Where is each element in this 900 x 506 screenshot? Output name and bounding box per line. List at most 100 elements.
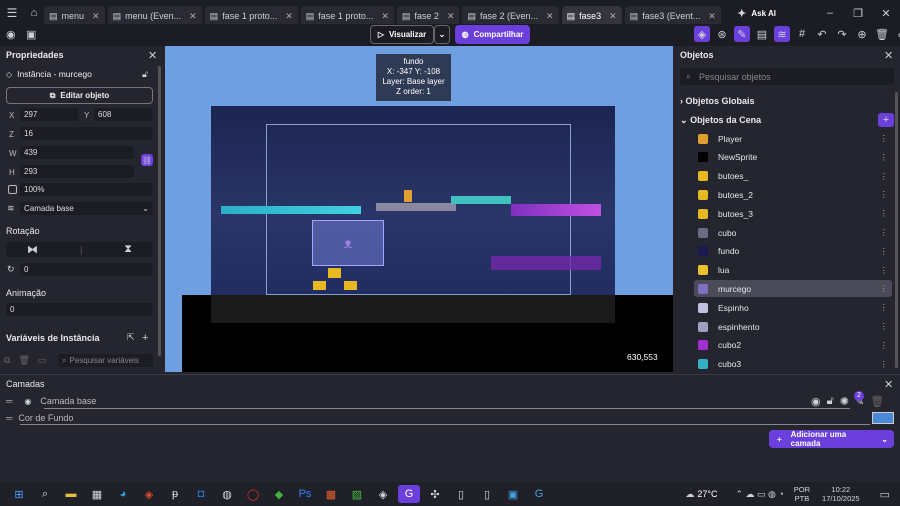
more-options-icon[interactable]: ⋮ [880, 283, 889, 294]
tab-3[interactable]: ▤ fase 1 proto... ✕ [300, 6, 394, 26]
animation-field[interactable]: 0 [6, 303, 153, 316]
z-field[interactable]: 16 [20, 127, 153, 140]
tab-1[interactable]: ▤ menu (Even... ✕ [107, 6, 202, 26]
close-properties-icon[interactable]: ✕ [148, 49, 157, 62]
global-objects-toggle[interactable]: › Objetos Globais [680, 96, 755, 106]
github-icon[interactable]: ◍ [216, 485, 238, 503]
layer-row[interactable]: ═ ◉ Camada base [0, 393, 900, 409]
instances-icon[interactable]: ▤ [754, 26, 770, 42]
preview-button[interactable]: ▷ Visualizar [370, 25, 434, 44]
app-icon-7[interactable]: ✣ [424, 485, 446, 503]
close-tab-icon[interactable]: ✕ [285, 11, 293, 22]
opera-icon[interactable]: ◯ [242, 485, 264, 503]
minimize-icon[interactable]: – [816, 7, 844, 19]
close-tab-icon[interactable]: ✕ [92, 11, 100, 22]
tab-4[interactable]: ▤ fase 2 ✕ [396, 6, 460, 26]
redo-icon[interactable]: ↷ [834, 26, 850, 42]
profile-icon[interactable]: ◉ [6, 28, 16, 41]
more-options-icon[interactable]: ⋮ [880, 227, 889, 238]
more-options-icon[interactable]: ⋮ [880, 265, 889, 276]
preview-dropdown[interactable]: ⌄ [434, 25, 450, 44]
more-options-icon[interactable]: ⋮ [880, 208, 889, 219]
eye-icon[interactable]: ◉ [811, 395, 821, 408]
object-item[interactable]: Player ⋮ [694, 130, 892, 147]
trash-icon[interactable]: 🗑 [18, 355, 29, 366]
copy-icon[interactable]: ⧉ [4, 355, 10, 366]
h-field[interactable]: 293 [20, 165, 134, 178]
delete-layer-icon[interactable]: 🗑 [870, 395, 884, 408]
lock-icon[interactable]: 🔓︎ [827, 395, 834, 408]
close-objects-icon[interactable]: ✕ [884, 49, 893, 62]
objects-panel-icon[interactable]: ◈ [694, 26, 710, 42]
rotation-field[interactable]: 0 [20, 263, 153, 276]
object-item[interactable]: butoes_ ⋮ [694, 168, 892, 185]
tab-2[interactable]: ▤ fase 1 proto... ✕ [204, 6, 298, 26]
selected-bat[interactable]: ᴥ [312, 220, 384, 266]
object-item[interactable]: Espinho ⋮ [694, 299, 892, 316]
objects-scrollbar[interactable] [895, 92, 898, 368]
layer-select[interactable]: Camada base ⌄ [20, 202, 153, 215]
object-item[interactable]: lua ⋮ [694, 262, 892, 279]
more-options-icon[interactable]: ⋮ [880, 189, 889, 200]
edit-scene-icon[interactable]: ✐ [894, 26, 900, 42]
w-field[interactable]: 439 [20, 146, 134, 159]
object-groups-icon[interactable]: ⊛ [714, 26, 730, 42]
notification-icon[interactable]: ▭ [880, 488, 890, 501]
browser-icon[interactable]: ◕ [112, 485, 134, 503]
effects-icon[interactable]: ✺ [840, 395, 849, 408]
document-icon-2[interactable]: ▯ [476, 485, 498, 503]
more-options-icon[interactable]: ⋮ [880, 302, 889, 313]
close-tab-icon[interactable]: ✕ [708, 11, 716, 22]
tab-0[interactable]: ▤ menu ✕ [44, 6, 105, 26]
radio-selected-icon[interactable]: ◉ [24, 397, 31, 406]
object-item[interactable]: cubo ⋮ [694, 224, 892, 241]
drag-handle-icon[interactable]: ═ [6, 396, 12, 406]
chevron-down-icon[interactable]: ⌄ [881, 435, 888, 444]
weather-icon[interactable]: ☁ [685, 489, 694, 500]
app-icon-9[interactable]: G [528, 485, 550, 503]
more-options-icon[interactable]: ⋮ [880, 171, 889, 182]
language-label[interactable]: POR [794, 485, 810, 494]
open-variables-icon[interactable]: ⇱ [127, 332, 135, 343]
ask-ai-button[interactable]: ✦ Ask AI [737, 7, 776, 20]
search-variables-field[interactable]: ⌕ Pesquisar variáveis [58, 354, 153, 367]
add-object-button[interactable]: + [878, 113, 894, 127]
properties-panel-icon[interactable]: ✎ [734, 26, 750, 42]
lock-icon[interactable]: 🔓︎ [142, 69, 148, 80]
clock-date[interactable]: 17/10/2025 [822, 494, 860, 503]
scene-objects-toggle[interactable]: ⌄ Objetos da Cena [680, 115, 761, 126]
app-icon-8[interactable]: ▣ [502, 485, 524, 503]
app-icon-3[interactable]: ◆ [268, 485, 290, 503]
tab-7[interactable]: ▤ fase3 (Event... ✕ [624, 6, 721, 26]
link-size-icon[interactable]: ⛓ [141, 154, 153, 166]
tray-icons[interactable]: ⌃ ☁ ▭ ◍ ◔ [735, 489, 783, 500]
scene-canvas[interactable]: ᴥ fundo X: -347 Y: -108 Layer: Base laye… [165, 46, 673, 372]
edit-object-button[interactable]: ⧉ Editar objeto [6, 87, 153, 104]
y-field[interactable]: 608 [94, 108, 153, 121]
share-button[interactable]: ◍ Compartilhar [455, 25, 530, 44]
project-icon[interactable]: ▣ [26, 28, 36, 41]
grid-icon[interactable]: # [794, 26, 810, 42]
zoom-icon[interactable]: ⊕ [854, 26, 870, 42]
more-options-icon[interactable]: ⋮ [880, 133, 889, 144]
file-explorer-icon[interactable]: ▬ [60, 485, 82, 503]
clock-time[interactable]: 10:22 [822, 485, 860, 494]
windows-start-icon[interactable]: ⊞ [8, 485, 30, 503]
outlook-icon[interactable]: ◘ [190, 485, 212, 503]
object-item[interactable]: NewSprite ⋮ [694, 149, 892, 166]
home-icon[interactable]: ⌂ [24, 7, 44, 19]
close-tab-icon[interactable]: ✕ [546, 11, 554, 22]
close-tab-icon[interactable]: ✕ [609, 11, 617, 22]
menu-icon[interactable]: ☰ [0, 6, 24, 20]
tab-6[interactable]: ▤ fase3 ✕ [561, 6, 622, 26]
scrollbar[interactable] [158, 66, 161, 356]
photoshop-icon[interactable]: Ps [294, 485, 316, 503]
object-item[interactable]: cubo2 ⋮ [694, 337, 892, 354]
gdevelop-icon[interactable]: G [398, 485, 420, 503]
object-item[interactable]: fundo ⋮ [694, 243, 892, 260]
drag-handle-icon[interactable]: ═ [6, 413, 12, 423]
keyboard-label[interactable]: PTB [794, 494, 810, 503]
object-item[interactable]: butoes_3 ⋮ [694, 205, 892, 222]
x-field[interactable]: 297 [20, 108, 78, 121]
object-item[interactable]: cubo3 ⋮ [694, 356, 892, 373]
